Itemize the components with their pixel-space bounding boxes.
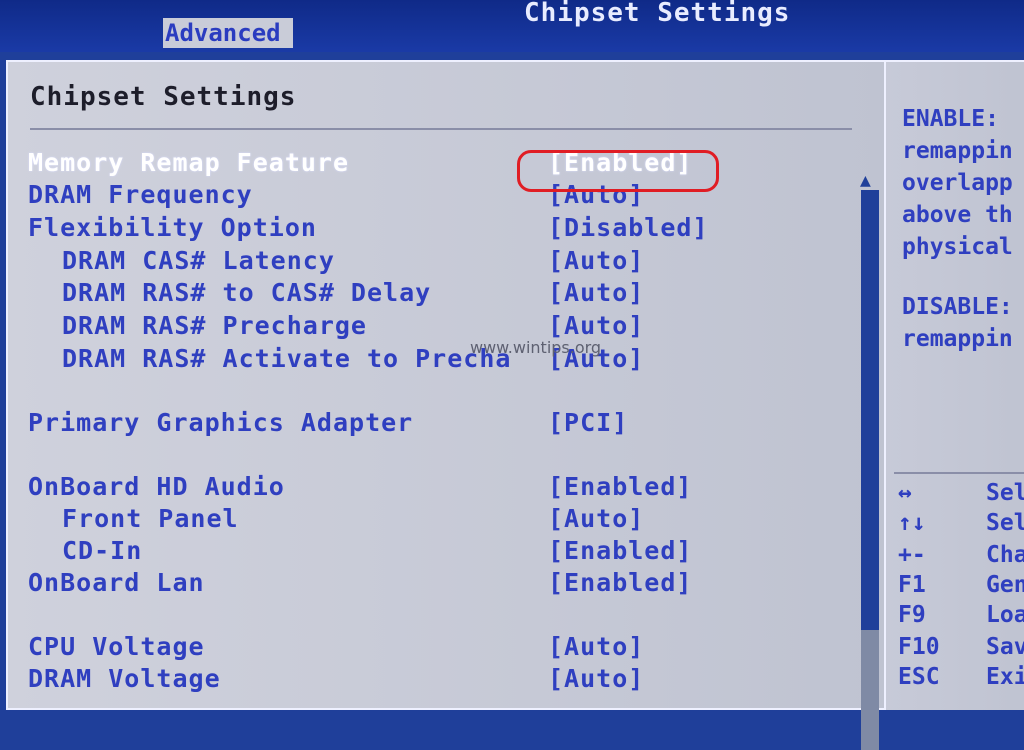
f9-key: F9: [898, 602, 926, 628]
help-text-line: physical: [902, 234, 1013, 260]
setting-row-onboard-lan[interactable]: OnBoard Lan [Enabled]: [8, 568, 868, 600]
setting-row-cpu-voltage[interactable]: CPU Voltage [Auto]: [8, 632, 868, 664]
section-title: Chipset Settings: [30, 82, 297, 112]
help-text-line: above th: [902, 202, 1013, 228]
setting-row-ras-precharge[interactable]: DRAM RAS# Precharge [Auto]: [8, 311, 868, 343]
settings-panel: Chipset Settings Memory Remap Feature [E…: [6, 60, 886, 750]
setting-label: DRAM RAS# to CAS# Delay: [62, 278, 432, 307]
key-description: Exi: [986, 664, 1024, 690]
setting-row-cas-latency[interactable]: DRAM CAS# Latency [Auto]: [8, 246, 868, 278]
setting-row-memory-remap[interactable]: Memory Remap Feature [Enabled]: [8, 148, 868, 180]
setting-label: DRAM CAS# Latency: [62, 246, 335, 275]
setting-value[interactable]: [Enabled]: [548, 472, 692, 501]
watermark: www.wintips.org: [470, 338, 602, 357]
setting-value[interactable]: [Auto]: [548, 278, 644, 307]
setting-label: DRAM Frequency: [28, 180, 253, 209]
key-description: Gen: [986, 572, 1024, 598]
setting-value[interactable]: [Enabled]: [548, 568, 692, 597]
setting-label: OnBoard Lan: [28, 568, 205, 597]
key-description: Cha: [986, 542, 1024, 568]
setting-row-front-panel[interactable]: Front Panel [Auto]: [8, 504, 868, 536]
esc-key: ESC: [898, 664, 940, 690]
f10-key: F10: [898, 634, 940, 660]
setting-value[interactable]: [Disabled]: [548, 213, 709, 242]
setting-label: DRAM RAS# Activate to Precha: [62, 344, 512, 373]
setting-value[interactable]: [Auto]: [548, 664, 644, 693]
key-description: Sel: [986, 510, 1024, 536]
setting-row-flexibility-option[interactable]: Flexibility Option [Disabled]: [8, 213, 868, 245]
setting-value[interactable]: [Auto]: [548, 311, 644, 340]
section-divider: [30, 128, 852, 130]
top-bar: Chipset Settings Advanced: [0, 0, 1024, 52]
setting-row-ras-activate[interactable]: DRAM RAS# Activate to Precha [Auto]: [8, 344, 868, 376]
setting-label: Front Panel: [62, 504, 239, 533]
key-description: Loa: [986, 602, 1024, 628]
setting-label: CPU Voltage: [28, 632, 205, 661]
plus-minus-key: +-: [898, 542, 926, 568]
help-divider: [894, 472, 1024, 474]
setting-label: DRAM RAS# Precharge: [62, 311, 367, 340]
f1-key: F1: [898, 572, 926, 598]
tab-advanced[interactable]: Advanced: [163, 18, 293, 48]
key-description: Sav: [986, 634, 1024, 660]
help-text-line: overlapp: [902, 170, 1013, 196]
setting-value[interactable]: [PCI]: [548, 408, 628, 437]
setting-label: Memory Remap Feature: [28, 148, 350, 177]
highlight-circle: [517, 150, 719, 192]
setting-label: OnBoard HD Audio: [28, 472, 285, 501]
setting-row-primary-graphics[interactable]: Primary Graphics Adapter [PCI]: [8, 408, 868, 440]
up-down-arrow-icon: ↑↓: [898, 510, 926, 536]
left-right-arrow-icon: ↔: [898, 480, 912, 506]
setting-label: Primary Graphics Adapter: [28, 408, 414, 437]
help-text-line: remappin: [902, 326, 1013, 352]
setting-row-ras-to-cas[interactable]: DRAM RAS# to CAS# Delay [Auto]: [8, 278, 868, 310]
setting-value[interactable]: [Enabled]: [548, 536, 692, 565]
setting-value[interactable]: [Auto]: [548, 246, 644, 275]
setting-label: DRAM Voltage: [28, 664, 221, 693]
setting-value[interactable]: [Auto]: [548, 632, 644, 661]
scroll-up-arrow-icon[interactable]: ▲: [860, 170, 871, 191]
setting-row-onboard-hd-audio[interactable]: OnBoard HD Audio [Enabled]: [8, 472, 868, 504]
scrollbar-thumb[interactable]: [861, 190, 879, 630]
setting-row-dram-voltage[interactable]: DRAM Voltage [Auto]: [8, 664, 868, 696]
setting-row-cd-in[interactable]: CD-In [Enabled]: [8, 536, 868, 568]
setting-label: CD-In: [62, 536, 143, 565]
setting-label: Flexibility Option: [28, 213, 317, 242]
help-panel: ENABLE: remappin overlapp above th physi…: [886, 60, 1024, 710]
help-text-line: remappin: [902, 138, 1013, 164]
help-text-line: DISABLE:: [902, 294, 1013, 320]
setting-value[interactable]: [Auto]: [548, 504, 644, 533]
key-description: Sel: [986, 480, 1024, 506]
window-title: Chipset Settings: [524, 0, 791, 28]
help-text-line: ENABLE:: [902, 106, 999, 132]
setting-row-dram-frequency[interactable]: DRAM Frequency [Auto]: [8, 180, 868, 212]
